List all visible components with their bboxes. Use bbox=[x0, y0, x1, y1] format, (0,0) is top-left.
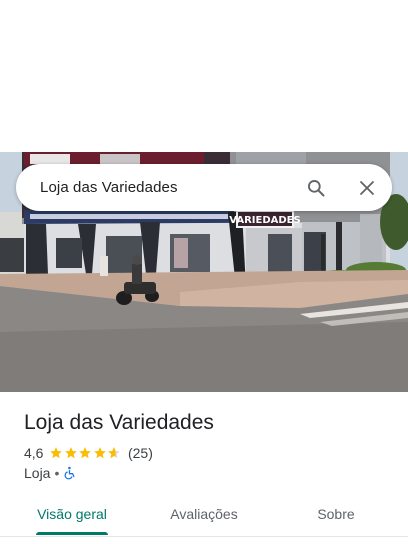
wheelchair-accessible-icon bbox=[64, 466, 75, 480]
review-count[interactable]: (25) bbox=[128, 445, 153, 461]
star-half-icon bbox=[108, 447, 121, 459]
tab-reviews[interactable]: Avaliações bbox=[150, 494, 258, 534]
storefront-sign: VARIEDADES bbox=[229, 215, 300, 226]
place-tabs: Visão geral Avaliações Sobre bbox=[0, 494, 408, 537]
search-bar[interactable]: Loja das Variedades bbox=[16, 164, 392, 211]
category-row: Loja • bbox=[24, 463, 77, 483]
search-icon bbox=[308, 180, 325, 197]
close-icon bbox=[360, 181, 374, 195]
tab-overview[interactable]: Visão geral bbox=[18, 494, 126, 534]
star-icon bbox=[50, 447, 63, 459]
tab-about[interactable]: Sobre bbox=[282, 494, 390, 534]
search-button[interactable] bbox=[302, 174, 330, 202]
clear-search-button[interactable] bbox=[353, 174, 381, 202]
search-input[interactable]: Loja das Variedades bbox=[40, 164, 178, 211]
separator-dot: • bbox=[54, 465, 60, 481]
place-category: Loja bbox=[24, 465, 51, 481]
rating-stars bbox=[49, 446, 122, 460]
star-icon bbox=[79, 447, 92, 459]
active-tab-indicator bbox=[36, 532, 108, 535]
star-icon bbox=[65, 447, 77, 459]
rating-row[interactable]: 4,6 (25) bbox=[24, 443, 153, 463]
rating-value: 4,6 bbox=[24, 445, 44, 461]
place-title: Loja das Variedades bbox=[24, 411, 214, 434]
star-icon bbox=[94, 447, 106, 459]
